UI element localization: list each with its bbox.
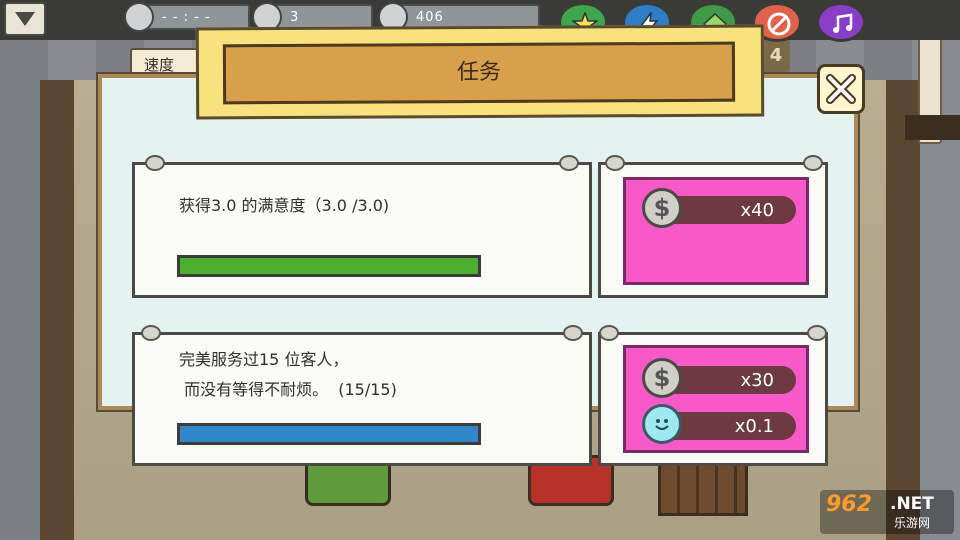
task-progress-bar	[177, 255, 481, 277]
pin-icon	[599, 325, 619, 341]
clock-icon	[124, 2, 154, 32]
pin-icon	[141, 325, 161, 341]
reward-card-1: $ x40	[598, 155, 828, 298]
satisfaction-value: 3	[290, 10, 300, 25]
task-progress-bar	[177, 423, 481, 445]
progress-fill	[180, 426, 478, 442]
music-category-button[interactable]	[816, 2, 866, 42]
watermark-subtitle: 乐游网	[894, 516, 931, 530]
pin-icon	[145, 155, 165, 171]
reward-amount: x40	[740, 200, 774, 221]
pin-icon	[803, 155, 823, 171]
smiley-icon	[642, 404, 682, 444]
pin-icon	[605, 155, 625, 171]
no-icon	[767, 12, 791, 36]
task-description: 获得3.0 的满意度（3.0 /3.0)	[179, 196, 390, 215]
pin-icon	[563, 325, 583, 341]
music-note-icon	[833, 13, 853, 33]
coin-icon: $	[642, 188, 682, 228]
reward-card-2: $ x30 x0.1	[598, 325, 828, 466]
close-icon	[826, 74, 856, 104]
coin-reward: $ x30	[642, 358, 796, 398]
satisfaction-reward: x0.1	[642, 404, 796, 444]
reward-panel: $ x30 x0.1	[623, 345, 809, 453]
task-card-1: 获得3.0 的满意度（3.0 /3.0)	[132, 155, 592, 298]
task-card-2: 完美服务过15 位客人， 而没有等得不耐烦。 (15/15)	[132, 325, 592, 466]
coin-icon: $	[642, 358, 682, 398]
dropdown-menu-button[interactable]	[4, 2, 46, 36]
dialog-title: 任务	[222, 41, 736, 105]
watermark-domain: .NET	[890, 494, 934, 514]
task-description: 完美服务过15 位客人， 而没有等得不耐烦。 (15/15)	[179, 350, 397, 399]
site-watermark: 962 .NET 乐游网	[820, 490, 954, 534]
timer-stat: - - : - -	[124, 2, 250, 32]
dialog-title-plank: 任务	[195, 24, 765, 120]
pin-icon	[559, 155, 579, 171]
money-value: 406	[416, 10, 444, 25]
timer-value: - - : - -	[162, 10, 211, 25]
planter	[905, 115, 960, 140]
reward-panel: $ x40	[623, 177, 809, 285]
chevron-down-icon	[15, 12, 35, 26]
reward-amount: x30	[740, 370, 774, 391]
close-button[interactable]	[817, 64, 865, 114]
watermark-number: 962	[826, 492, 872, 517]
quest-dialog: 获得3.0 的满意度（3.0 /3.0) $ x40 完美服务过15 位客人， …	[98, 74, 858, 466]
progress-fill	[180, 258, 478, 274]
reward-amount: x0.1	[734, 416, 774, 437]
pin-icon	[807, 325, 827, 341]
coin-reward: $ x40	[642, 188, 796, 228]
